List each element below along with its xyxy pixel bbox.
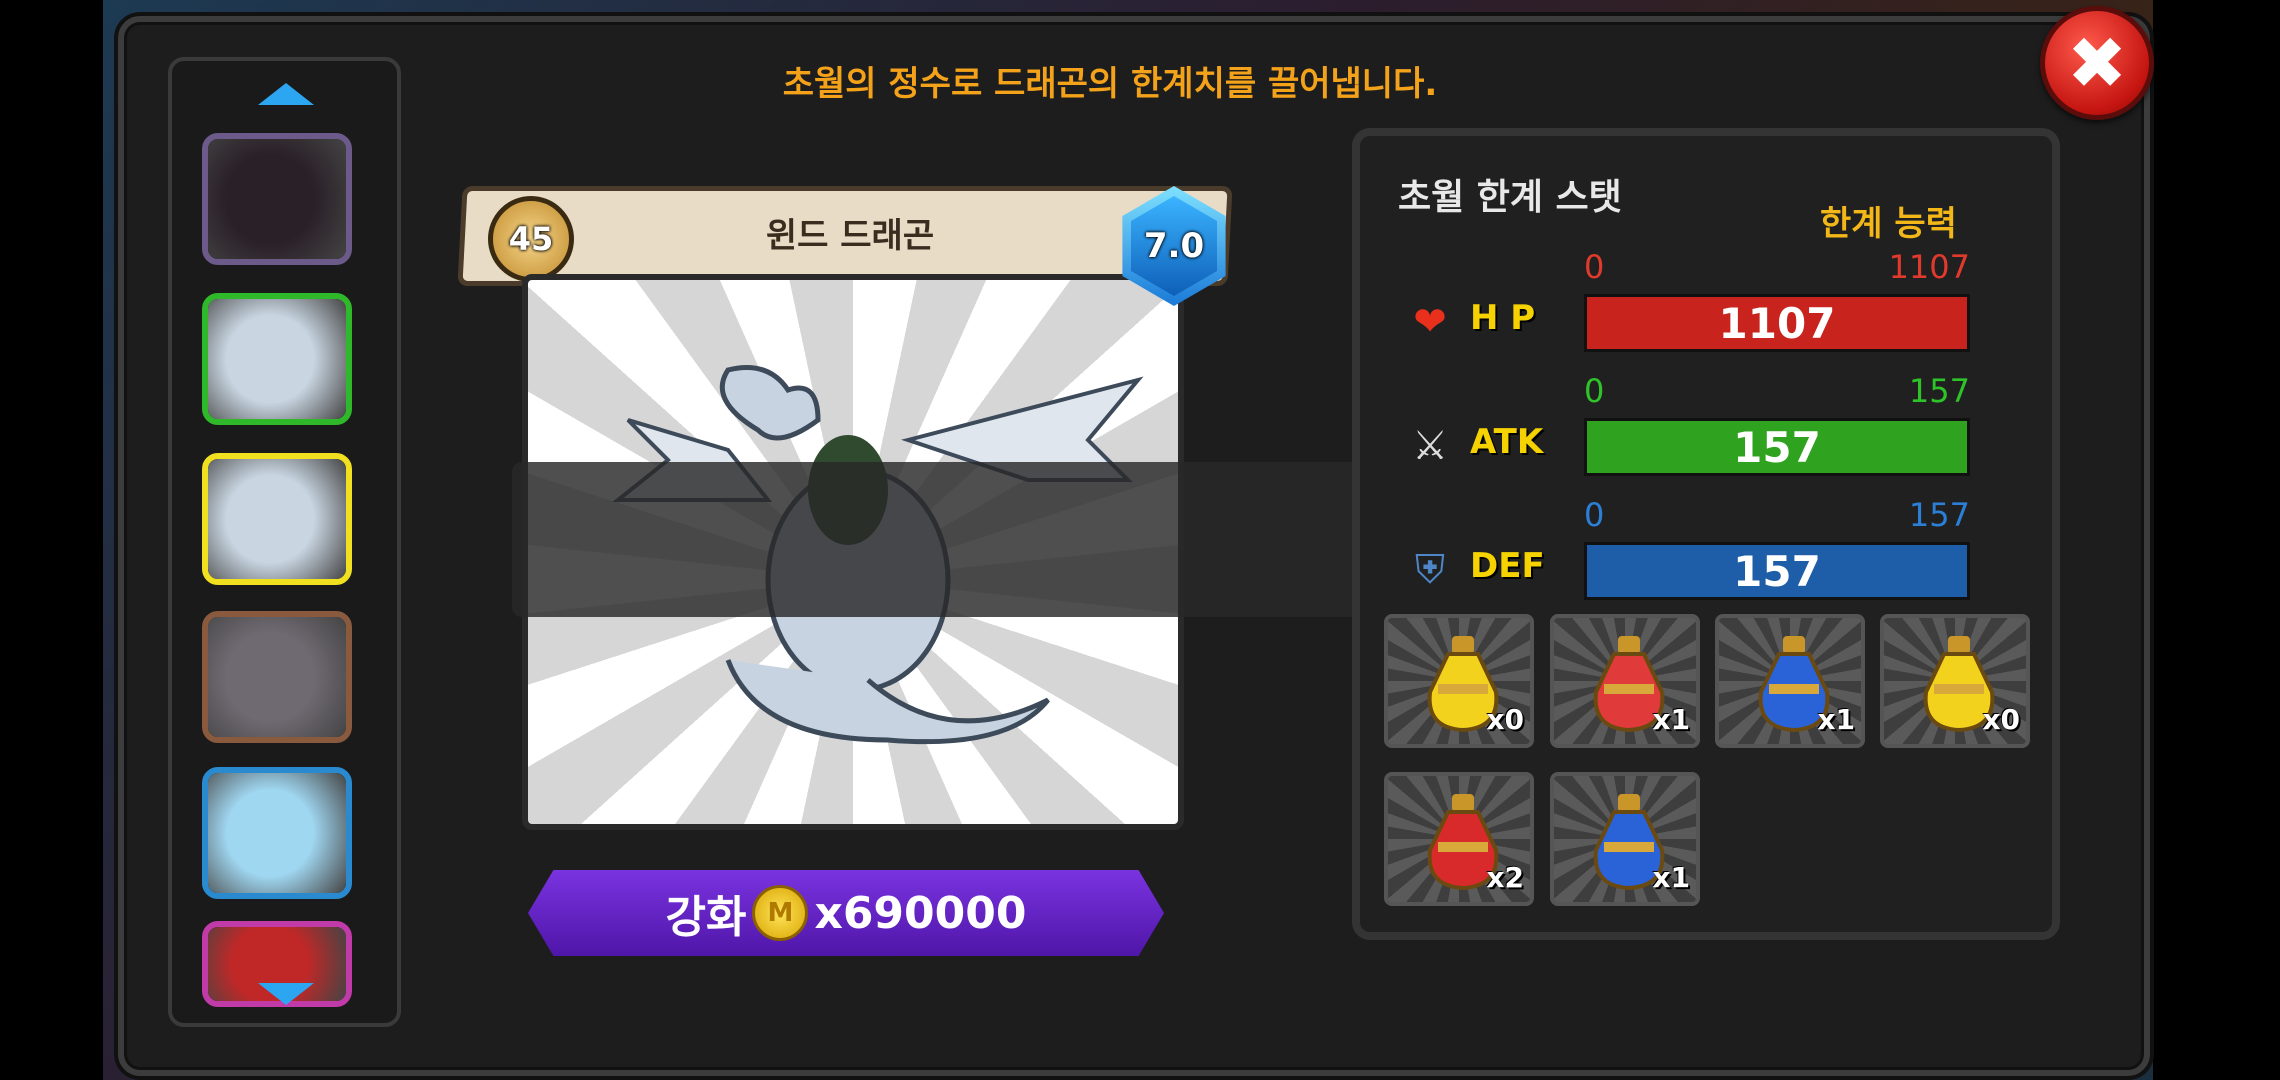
potion-quantity: x2 <box>1486 861 1524 894</box>
letterbox-right <box>2153 0 2280 1080</box>
stat-label: H P <box>1470 298 1536 338</box>
essence-potion-slot[interactable]: x0 <box>1384 614 1534 748</box>
stat-max: 1107 <box>1888 248 1970 286</box>
potion-quantity: x0 <box>1486 703 1524 736</box>
dragon-name: 윈드 드래곤 <box>765 216 935 256</box>
stat-label: ATK <box>1470 422 1544 462</box>
stat-max: 157 <box>1908 372 1970 410</box>
dragon-thumbnail[interactable] <box>202 767 352 899</box>
potion-quantity: x1 <box>1817 703 1855 736</box>
dragon-face-icon <box>208 773 346 893</box>
stat-row-def: ⛨ DEF 0 157 157 <box>1400 496 1970 606</box>
essence-potion-slot[interactable]: x1 <box>1550 772 1700 906</box>
essence-potion-slot[interactable]: x1 <box>1550 614 1700 748</box>
enhance-label: 강화 <box>665 892 747 943</box>
crossed-swords-icon: ⚔ <box>1412 423 1448 469</box>
stat-bar: 157 <box>1584 418 1970 476</box>
stats-subtitle: 한계 능력 <box>1820 204 1957 244</box>
shield-icon: ⛨ <box>1415 547 1445 593</box>
stat-bar: 1107 <box>1584 294 1970 352</box>
dragon-face-icon <box>208 459 346 579</box>
coin-icon: M <box>752 885 809 941</box>
stat-label: DEF <box>1470 546 1545 586</box>
stat-row-atk: ⚔ ATK 0 157 157 <box>1400 372 1970 482</box>
stat-min: 0 <box>1584 372 1605 410</box>
heart-icon: ❤ <box>1413 299 1447 345</box>
potion-quantity: x1 <box>1652 861 1690 894</box>
stat-min: 0 <box>1584 496 1605 534</box>
enhance-cost: x690000 <box>814 887 1027 939</box>
dragon-thumbnail[interactable] <box>202 133 352 265</box>
essence-potion-slot[interactable]: x1 <box>1715 614 1865 748</box>
grade-value: 7.0 <box>1131 196 1217 296</box>
essence-potion-slot[interactable]: x0 <box>1880 614 2030 748</box>
potion-quantity: x1 <box>1652 703 1690 736</box>
dragon-face-icon <box>208 617 346 737</box>
stat-row-hp: ❤ H P 0 1107 1107 <box>1400 248 1970 358</box>
close-icon: ✖ <box>2066 21 2128 105</box>
level-badge: 45 <box>488 196 574 282</box>
enhance-button[interactable]: 강화 M x690000 <box>528 870 1164 956</box>
dragon-thumbnail[interactable] <box>202 453 352 585</box>
dragon-face-icon <box>208 139 346 259</box>
headline: 초월의 정수로 드래곤의 한계치를 끌어냅니다. <box>782 64 1438 104</box>
close-button[interactable]: ✖ <box>2040 6 2154 120</box>
scroll-down-arrow-icon[interactable] <box>258 983 314 1005</box>
dragon-thumbnail[interactable] <box>202 611 352 743</box>
stat-max: 157 <box>1908 496 1970 534</box>
stat-bar: 157 <box>1584 542 1970 600</box>
potion-quantity: x0 <box>1982 703 2020 736</box>
essence-potion-slot[interactable]: x2 <box>1384 772 1534 906</box>
stats-title: 초월 한계 스탯 <box>1398 177 1622 218</box>
dragon-thumbnail[interactable] <box>202 293 352 425</box>
scroll-up-arrow-icon[interactable] <box>258 83 314 105</box>
stat-min: 0 <box>1584 248 1605 286</box>
dragon-face-icon <box>208 299 346 419</box>
dragon-list[interactable] <box>168 57 401 1027</box>
